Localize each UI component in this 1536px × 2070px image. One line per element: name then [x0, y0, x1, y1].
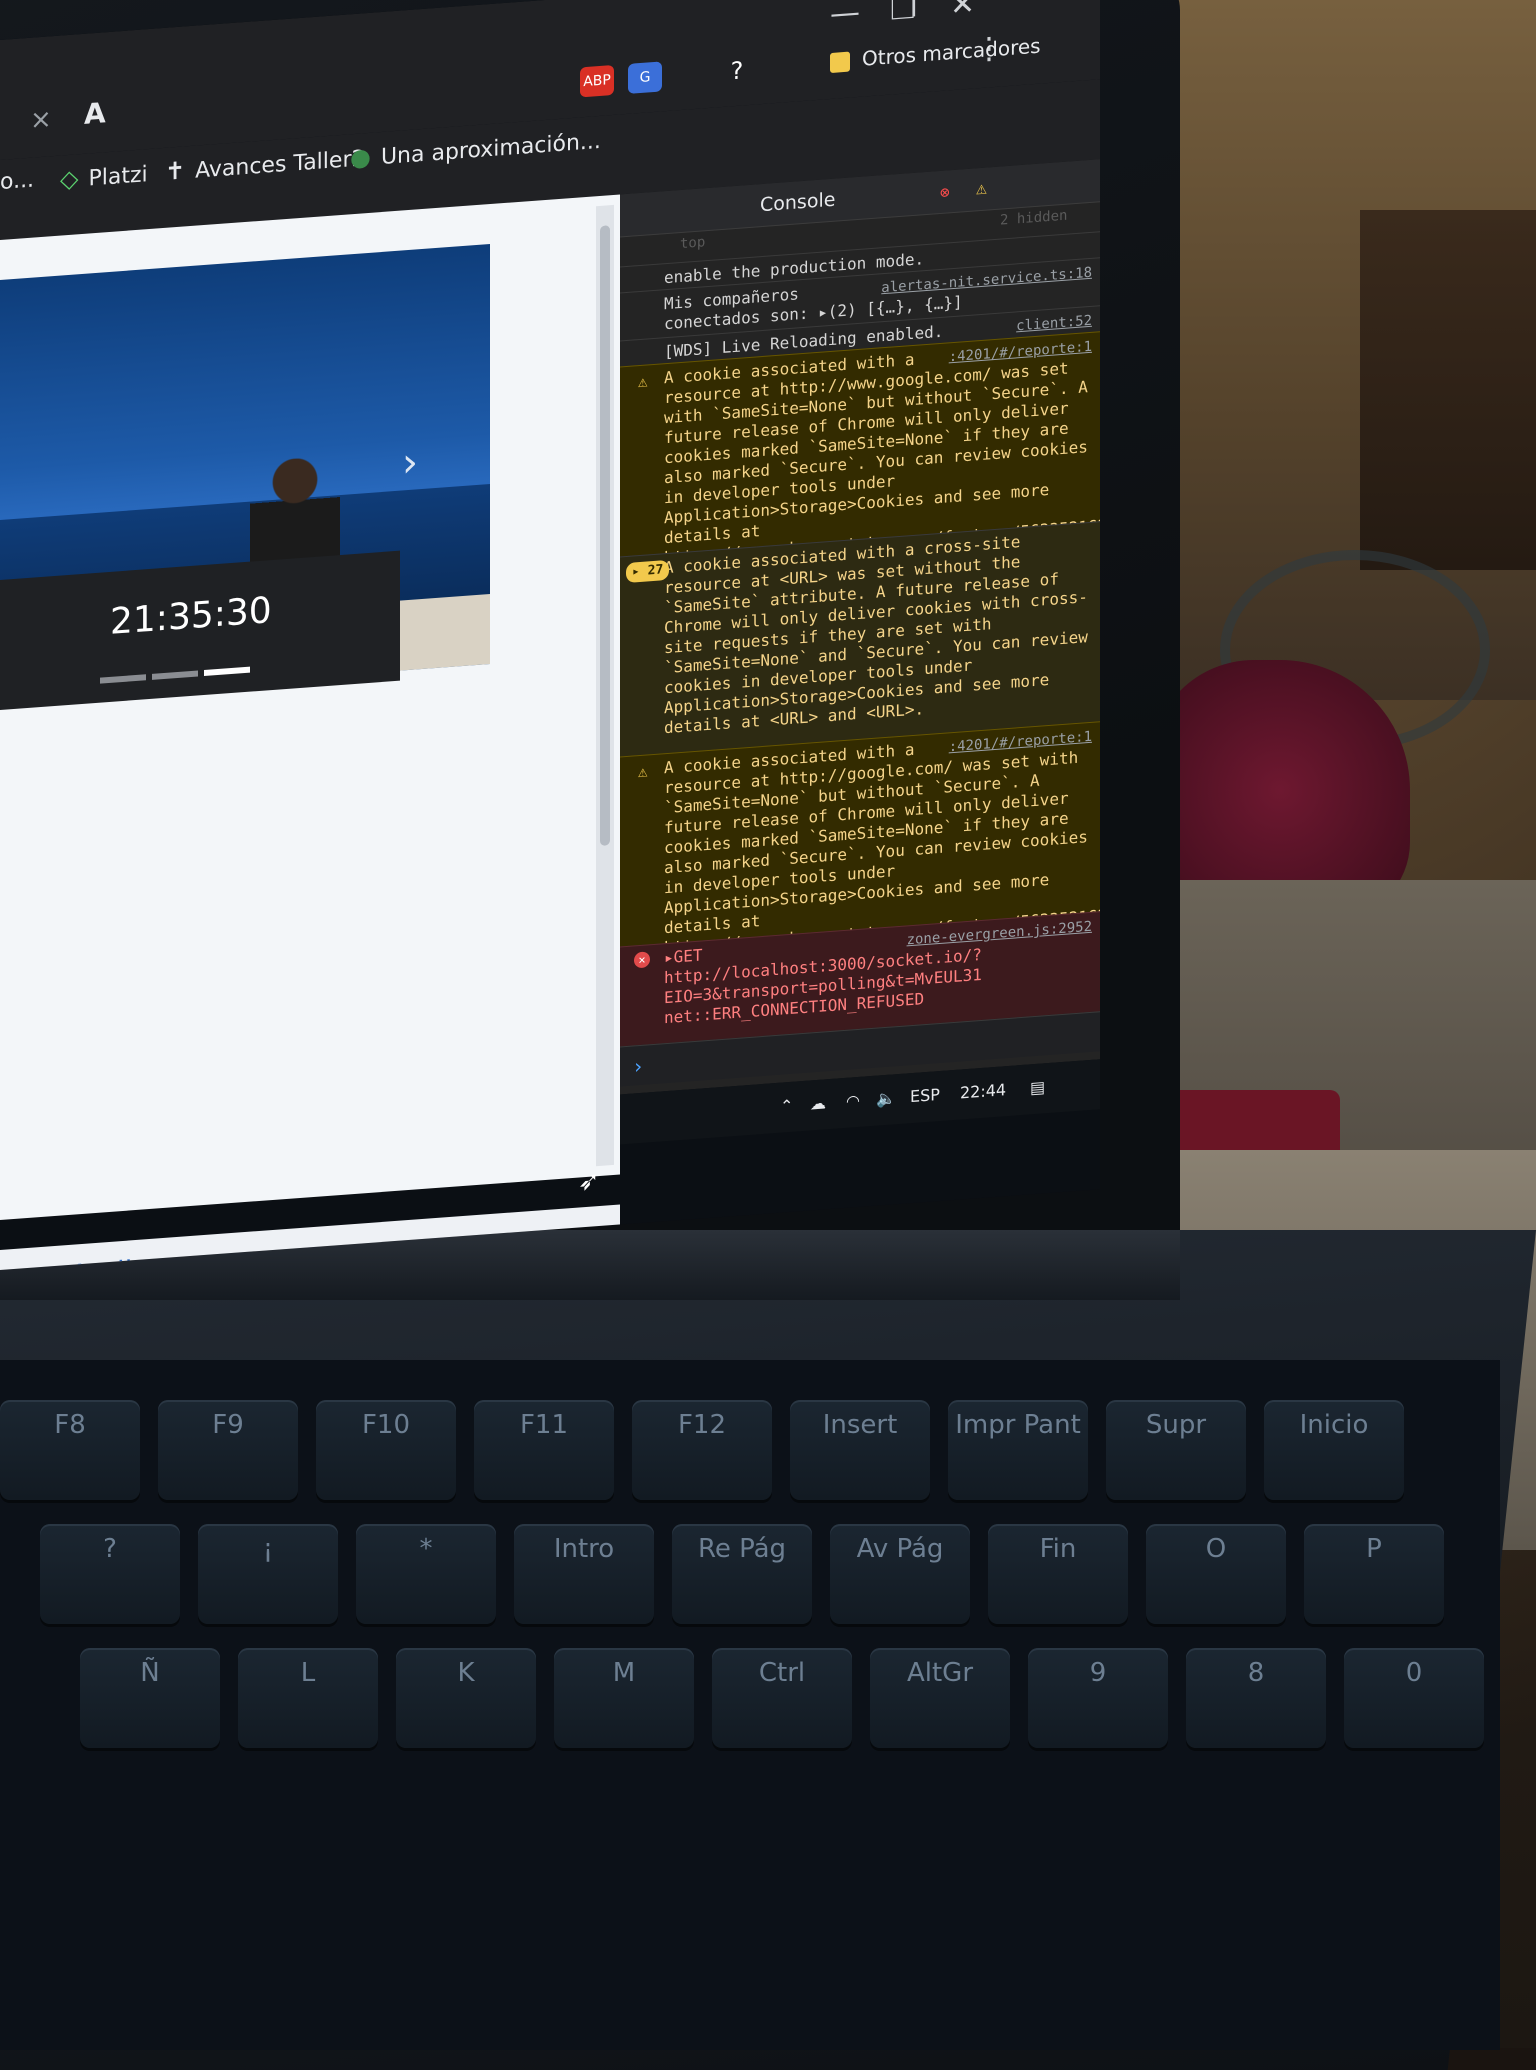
keyboard-key: * [356, 1524, 496, 1624]
keyboard-key: F12 [632, 1400, 772, 1500]
minimize-button[interactable]: — [830, 0, 860, 32]
warning-group-count-badge: ▸ 27 [626, 559, 670, 584]
keyboard-key: ? [40, 1524, 180, 1624]
error-icon: × [634, 951, 650, 969]
notifications-icon[interactable]: ▤ [1030, 1077, 1045, 1097]
page-scrollbar-thumb[interactable] [600, 225, 610, 846]
keyboard-key: L [238, 1648, 378, 1748]
keyboard-key: K [396, 1648, 536, 1748]
tab-console[interactable]: Console [760, 189, 835, 217]
bookmark-label: Avances Taller2 [195, 146, 366, 184]
clock-overlay: 21:35:30 [0, 550, 400, 710]
keyboard-key: Fin [988, 1524, 1128, 1624]
hidden-count: 2 hidden [1000, 207, 1068, 229]
context-selector[interactable]: top [680, 234, 705, 252]
keyboard-key: Intro [514, 1524, 654, 1624]
wifi-icon[interactable]: ◠ [846, 1091, 860, 1111]
warning-count: 27 [647, 562, 664, 579]
keyboard-key: F9 [158, 1400, 298, 1500]
keyboard-key: F8 [0, 1400, 140, 1500]
tab-favicon[interactable]: A [84, 96, 106, 131]
platzi-icon: ◇ [60, 164, 79, 194]
keyboard-key: Av Pág [830, 1524, 970, 1624]
translate-extension-icon[interactable]: G [628, 61, 662, 94]
keyboard-key: AltGr [870, 1648, 1010, 1748]
volume-icon[interactable]: 🔈 [876, 1088, 896, 1108]
carousel-next-icon[interactable]: › [402, 439, 418, 486]
log-text: ▸GET http://localhost:3000/socket.io/?EI… [664, 944, 982, 1028]
keyboard-key: P [1304, 1524, 1444, 1624]
keyboard-key: ¡ [198, 1524, 338, 1624]
bookmark-item-0[interactable]: o... [0, 167, 34, 195]
keyboard-key: Insert [790, 1400, 930, 1500]
keyboard-key: M [554, 1648, 694, 1748]
close-button[interactable]: ✕ [950, 0, 975, 23]
bookmark-label: Platzi [88, 162, 148, 192]
console-warning-1: ⚠ :4201/#/reporte:1 A cookie associated … [620, 331, 1100, 567]
keyboard-key: Re Pág [672, 1524, 812, 1624]
clock-time: 21:35:30 [110, 590, 272, 643]
keyboard-key: O [1146, 1524, 1286, 1624]
folder-icon [830, 51, 850, 73]
keyboard-key: Ñ [80, 1648, 220, 1748]
keyboard-key: Supr [1106, 1400, 1246, 1500]
warning-icon: ⚠ [638, 761, 648, 782]
help-extension-icon[interactable]: ? [720, 55, 754, 87]
keyboard-key: Inicio [1264, 1400, 1404, 1500]
tab-close-icon[interactable]: × [30, 104, 52, 136]
bookmark-label: Una aproximación... [380, 128, 601, 171]
cloud-icon[interactable]: ☁ [810, 1093, 826, 1113]
keyboard-key: 8 [1186, 1648, 1326, 1748]
carousel-indicators [100, 657, 256, 687]
keyboard-key: Ctrl [712, 1648, 852, 1748]
laptop-screen: — ❐ ✕ × A ABP G ? ⋮ Otros marcadores o..… [0, 0, 1100, 1270]
keyboard-key: Impr Pant [948, 1400, 1088, 1500]
log-text: A cookie associated with a cross-site re… [664, 532, 1088, 738]
error-count-icon[interactable]: ⊗ [940, 182, 950, 202]
console-warning-2: ⚠ :4201/#/reporte:1 A cookie associated … [620, 721, 1100, 957]
room-shelf [1360, 210, 1536, 570]
mouse-cursor-icon: ➶ [578, 1165, 600, 1198]
devtools-panel: Console ⊗ ⚠ top 2 hidden enable the prod… [620, 159, 1100, 1095]
warning-count-icon[interactable]: ⚠ [976, 178, 987, 200]
chevron-up-icon[interactable]: ⌃ [780, 1096, 793, 1116]
language-indicator[interactable]: ESP [910, 1085, 940, 1106]
carousel-dot[interactable] [152, 670, 198, 680]
web-page: › 21:35:30 ora Audio ➶ [0, 194, 620, 1270]
bookmark-item-platzi[interactable]: ◇ Platzi [60, 159, 148, 193]
bookmark-item-aproximacion[interactable]: ● Una aproximación... [350, 126, 601, 172]
globe-icon: ● [350, 142, 371, 173]
bookmark-label: o... [0, 167, 35, 195]
carousel-hero-image: › 21:35:30 [0, 244, 490, 710]
keyboard-key: 9 [1028, 1648, 1168, 1748]
keyboard-key: F10 [316, 1400, 456, 1500]
adblock-extension-icon[interactable]: ABP [580, 64, 614, 98]
taskbar-clock[interactable]: 22:44 [960, 1080, 1006, 1102]
cross-icon: ✝ [165, 156, 186, 186]
keyboard-keys: F8 F9 F10 F11 F12 Insert Impr Pant Supr Inicio? ¡… [0, 1380, 1484, 2040]
maximize-button[interactable]: ❐ [890, 0, 917, 28]
keyboard-key: F11 [474, 1400, 614, 1500]
keyboard-key: 0 [1344, 1648, 1484, 1748]
bookmark-item-avances[interactable]: ✝ Avances Taller2 [165, 143, 365, 186]
warning-icon: ⚠ [638, 371, 648, 392]
carousel-dot-active[interactable] [204, 666, 250, 677]
carousel-dot[interactable] [100, 674, 146, 684]
console-warning-group[interactable]: ▸ 27 A cookie associated with a cross-si… [620, 521, 1100, 757]
